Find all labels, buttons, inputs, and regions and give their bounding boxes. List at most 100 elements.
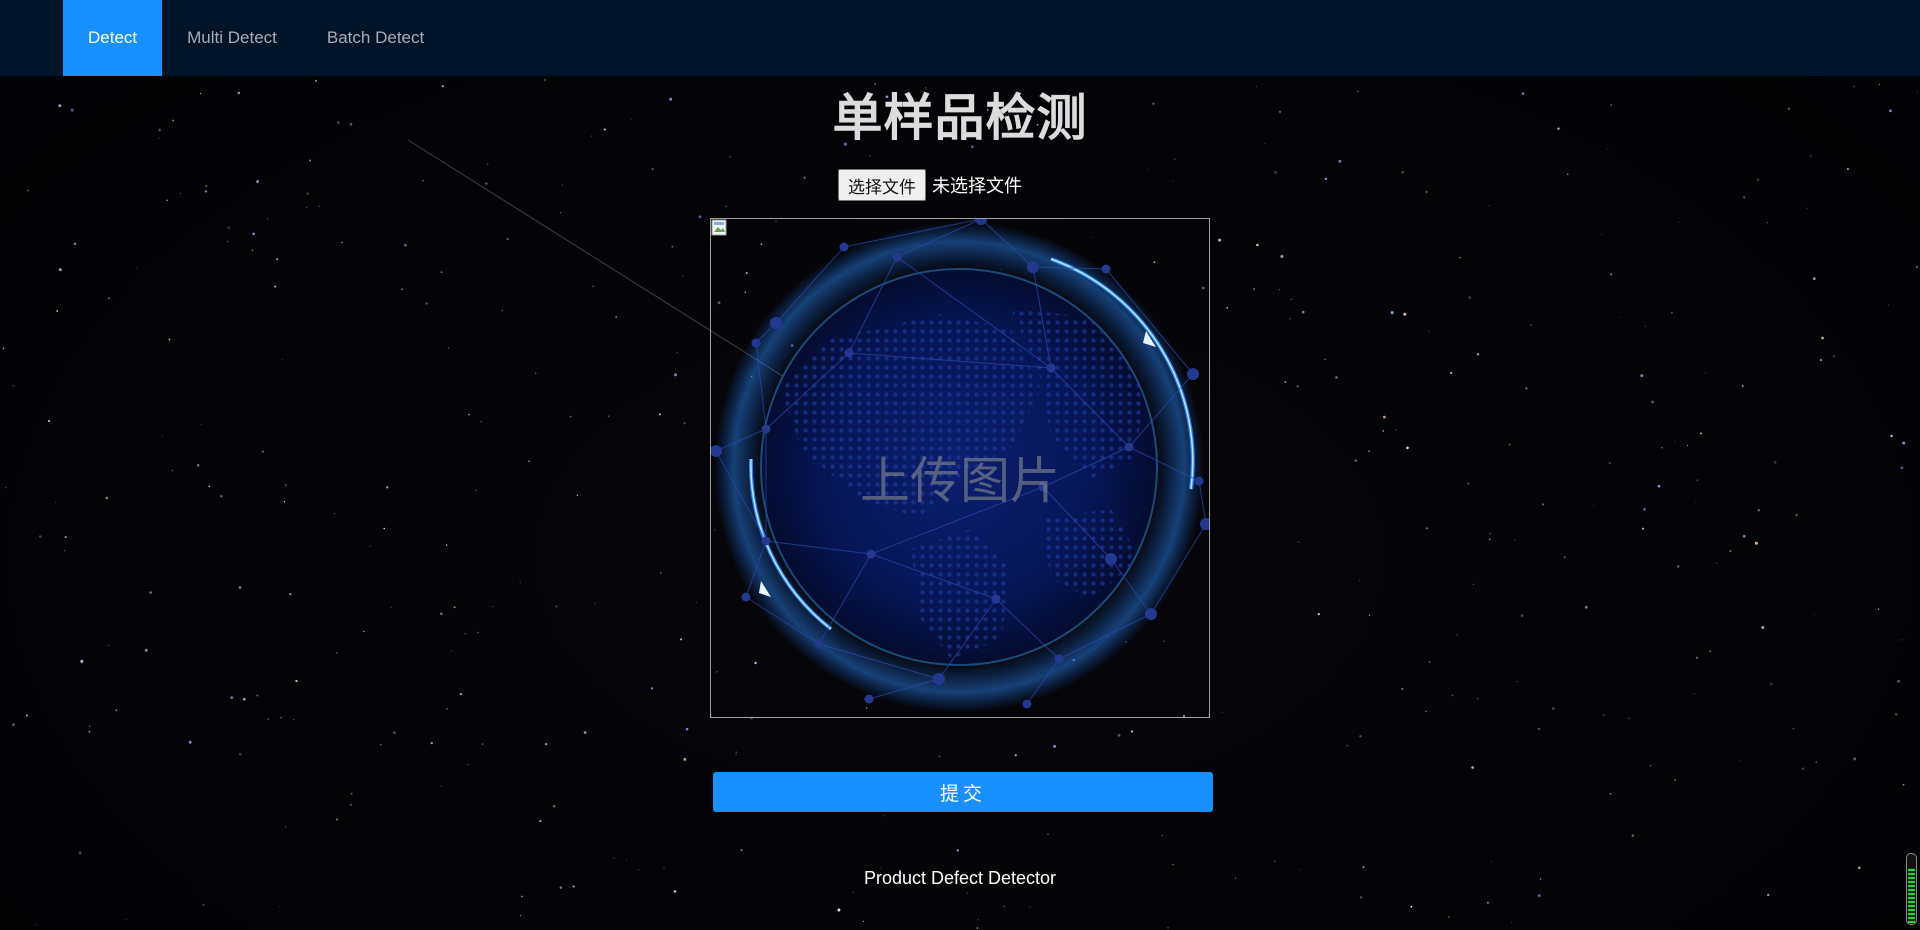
star [1029,906,1031,908]
star [519,581,521,583]
star [226,240,229,243]
star [1274,860,1276,862]
star [256,694,259,697]
star [966,892,968,894]
star [58,268,62,272]
page-root: Detect Multi Detect Batch Detect 单样品检测 选… [0,0,1920,930]
star [1428,661,1431,663]
star [341,241,343,244]
star [682,275,684,277]
file-status-text: 未选择文件 [932,176,1022,197]
star [196,464,200,467]
star [430,741,433,745]
star [251,249,254,252]
star [1280,255,1284,258]
star [401,288,403,291]
star [938,755,941,758]
tab-batch-detect[interactable]: Batch Detect [302,0,449,76]
star [1551,707,1555,710]
star [1354,459,1357,462]
submit-button[interactable]: 提交 [713,772,1213,812]
star [1814,614,1816,616]
star [1477,698,1479,700]
star [149,591,152,594]
star [683,422,686,425]
star [1743,196,1746,199]
star [459,693,462,696]
star [333,513,336,515]
star [1757,509,1761,512]
star [1473,583,1475,585]
star [1425,191,1428,193]
tab-detect[interactable]: Detect [63,0,163,76]
star [308,159,312,162]
star [386,486,389,489]
star [276,258,279,261]
network-node [991,594,1001,604]
star [1806,207,1808,209]
star [1563,556,1566,558]
network-node [1101,264,1111,274]
tab-multi-detect[interactable]: Multi Detect [162,0,302,76]
star [168,338,171,341]
star [1593,504,1595,507]
star [279,906,281,908]
star [555,605,558,608]
star [1627,717,1630,720]
star [1490,861,1492,862]
star [1902,783,1905,786]
star [673,890,677,893]
star [242,697,246,701]
star [1677,565,1680,568]
star [1888,304,1890,306]
star [1253,288,1255,290]
star [1284,381,1287,383]
star [1014,754,1017,757]
star [1695,501,1697,503]
star [4,486,7,489]
star [464,632,467,635]
network-node [892,252,902,262]
star [1256,243,1259,247]
star [1296,385,1299,388]
network-node [761,424,771,434]
star [188,740,192,744]
star [48,420,50,422]
star [1335,376,1338,379]
star [468,413,470,416]
star [1916,266,1918,268]
star [1173,158,1176,161]
choose-file-button[interactable]: 选择文件 [838,169,926,201]
star [1488,205,1490,207]
star [869,155,871,157]
star [363,630,365,633]
star [594,602,596,604]
star [440,271,443,273]
star [1317,612,1320,616]
star [1716,562,1718,564]
star [1833,355,1835,358]
star [1678,221,1680,223]
network-node [864,694,874,704]
star [1358,580,1360,581]
star [336,818,338,821]
star [220,495,223,498]
star [202,903,205,907]
image-upload-area[interactable]: 上传图片 [710,218,1210,718]
star [725,205,727,208]
star [36,924,38,926]
star [1767,222,1769,224]
network-node [1022,699,1032,709]
star [1476,353,1480,356]
star [735,754,737,756]
star [1801,767,1805,771]
star [230,696,234,699]
star [318,205,320,207]
star [1486,901,1489,904]
star [56,310,59,312]
star [281,359,283,361]
star [1359,734,1362,738]
star [1741,385,1744,387]
star [238,752,242,756]
star [1602,713,1605,717]
